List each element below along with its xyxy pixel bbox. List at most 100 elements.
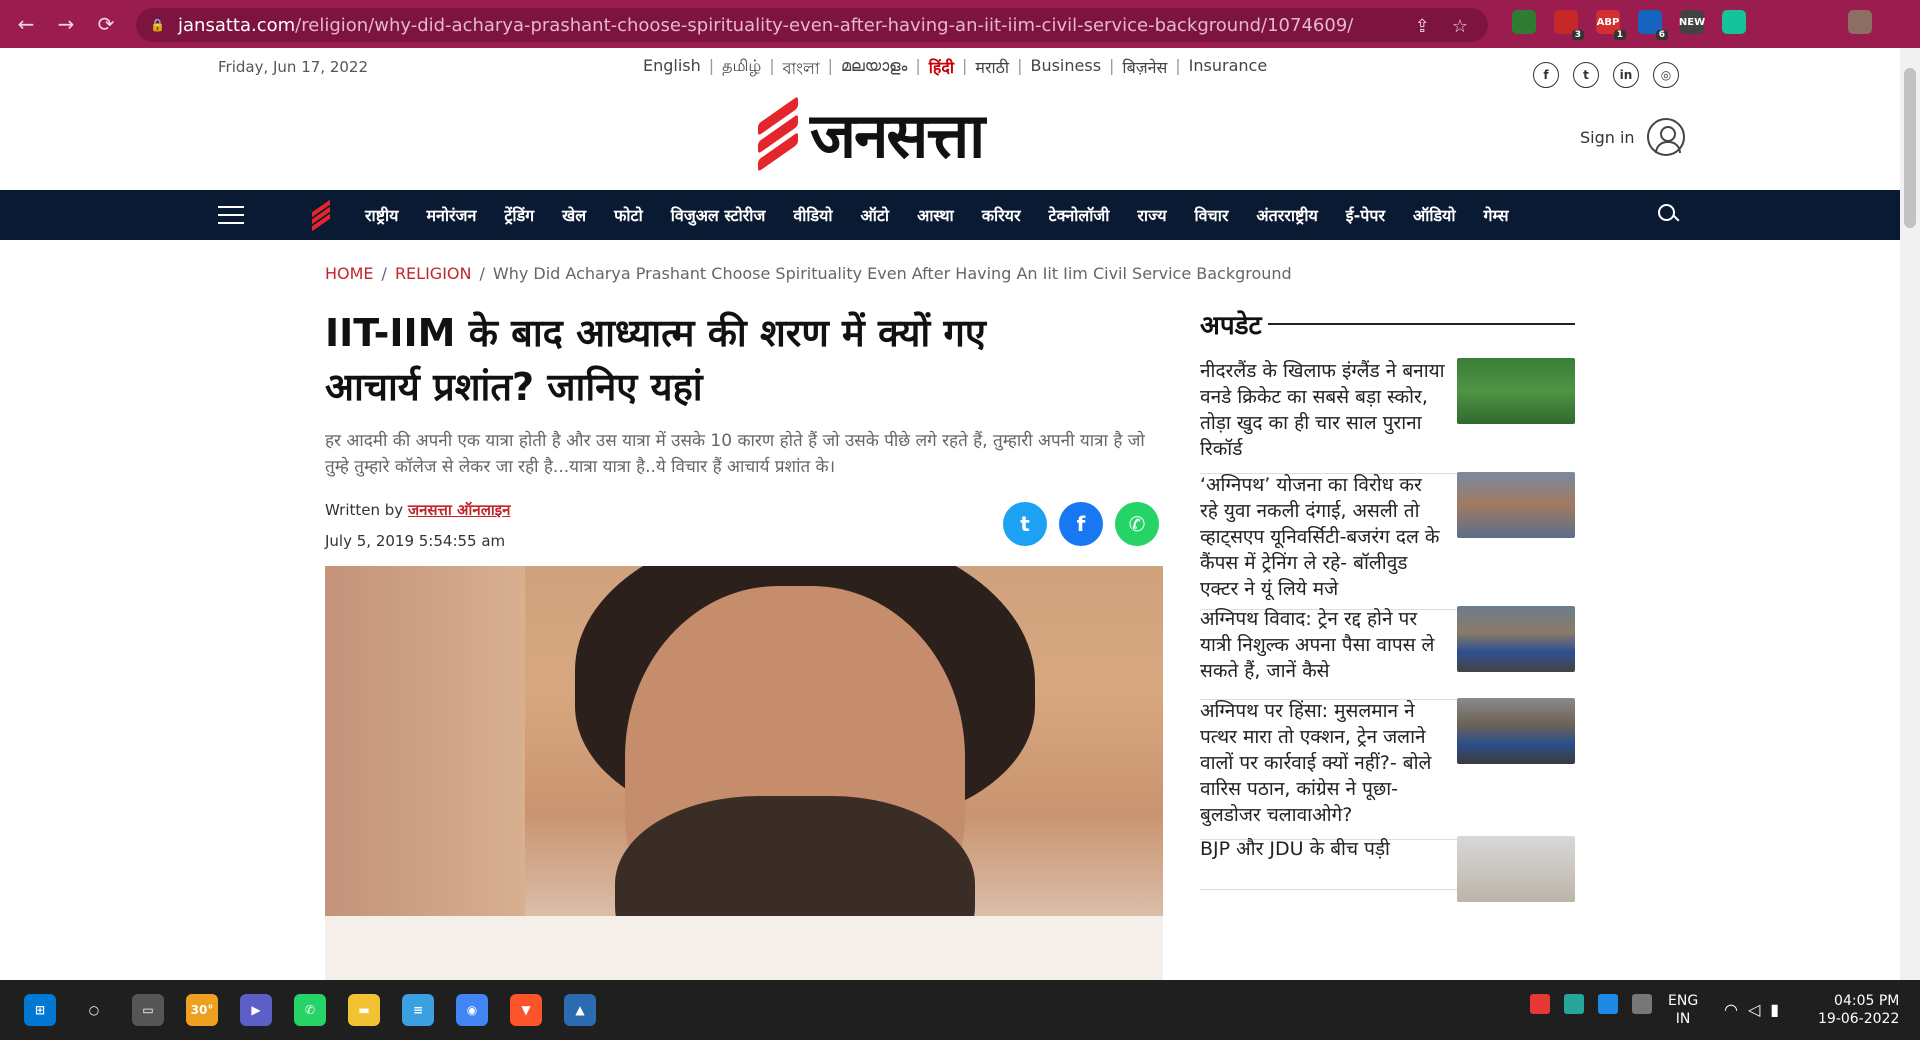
globe-ext-icon[interactable] — [1512, 10, 1536, 34]
update-list-item[interactable]: अग्निपथ विवाद: ट्रेन रद्द होने पर यात्री… — [1200, 606, 1575, 700]
grammarly-ext-icon[interactable] — [1722, 10, 1746, 34]
nav-item[interactable]: टेक्नोलॉजी — [1035, 204, 1124, 226]
twitter-share-icon[interactable]: t — [1003, 502, 1047, 546]
scrollbar-thumb[interactable] — [1904, 68, 1916, 228]
update-thumbnail[interactable] — [1457, 698, 1575, 764]
tray-app-icon[interactable] — [1530, 994, 1550, 1014]
nav-item[interactable]: ई-पेपर — [1332, 204, 1399, 226]
nav-item[interactable]: राष्ट्रीय — [351, 204, 412, 226]
weather-temp: 30° — [190, 1003, 214, 1017]
bookmark-star-icon[interactable]: ☆ — [1452, 16, 1468, 37]
update-list-item[interactable]: नीदरलैंड के खिलाफ इंग्लैंड ने बनाया वनडे… — [1200, 358, 1575, 474]
search-icon[interactable] — [1658, 204, 1680, 226]
update-list-item[interactable]: BJP और JDU के बीच पड़ी — [1200, 836, 1575, 902]
breadcrumb-home[interactable]: HOME — [325, 264, 374, 283]
update-headline[interactable]: ‘अग्निपथ’ योजना का विरोध कर रहे युवा नकल… — [1200, 472, 1445, 609]
mail-ext-icon[interactable]: 6 — [1638, 10, 1668, 40]
nav-item[interactable]: फोटो — [600, 204, 657, 226]
instagram-icon[interactable]: ◎ — [1653, 62, 1679, 88]
language-link[interactable]: English — [643, 56, 701, 83]
nav-item[interactable]: खेल — [548, 204, 600, 226]
linkedin-icon[interactable]: in — [1613, 62, 1639, 88]
battery-icon[interactable]: ▮ — [1770, 1000, 1779, 1019]
wifi-icon[interactable]: ◠ — [1724, 1000, 1738, 1019]
update-thumbnail[interactable] — [1457, 472, 1575, 538]
language-link[interactable]: বাংলা — [783, 56, 820, 83]
language-link[interactable]: बिज़नेस — [1122, 56, 1167, 83]
back-icon[interactable]: ← — [12, 10, 40, 38]
nav-item[interactable]: ट्रेंडिंग — [490, 204, 548, 226]
nav-item[interactable]: मनोरंजन — [412, 204, 490, 226]
nav-logo-icon[interactable] — [310, 199, 332, 232]
nav-item[interactable]: करियर — [968, 204, 1035, 226]
language-link[interactable]: हिंदी — [929, 56, 954, 83]
brave-icon[interactable]: ▼ — [510, 994, 542, 1026]
teams-icon[interactable]: ▶ — [240, 994, 272, 1026]
language-link[interactable]: Insurance — [1189, 56, 1268, 83]
update-thumbnail[interactable] — [1457, 836, 1575, 902]
update-headline[interactable]: अग्निपथ पर हिंसा: मुसलमान ने पत्थर मारा … — [1200, 698, 1445, 839]
language-link[interactable]: मराठी — [975, 56, 1009, 83]
facebook-icon[interactable]: f — [1533, 62, 1559, 88]
breadcrumb: HOME / RELIGION / Why Did Acharya Prasha… — [325, 264, 1292, 283]
nav-item[interactable]: ऑडियो — [1399, 204, 1470, 226]
update-headline[interactable]: BJP और JDU के बीच पड़ी — [1200, 836, 1445, 889]
weather-icon[interactable]: 30° — [186, 994, 218, 1026]
task-view-icon[interactable]: ▭ — [132, 994, 164, 1026]
search-taskbar-icon[interactable]: ○ — [78, 994, 110, 1026]
nav-item[interactable]: राज्य — [1123, 204, 1180, 226]
nav-item[interactable]: गेम्स — [1469, 204, 1522, 226]
share-buttons: t f ✆ — [1003, 502, 1159, 546]
update-thumbnail[interactable] — [1457, 358, 1575, 424]
forward-icon[interactable]: → — [52, 10, 80, 38]
language-link[interactable]: தமிழ் — [722, 56, 761, 83]
puzzle-icon[interactable] — [1764, 10, 1788, 34]
sign-in-button[interactable]: Sign in — [1580, 118, 1685, 156]
share-icon[interactable]: ⇪ — [1415, 16, 1430, 37]
publish-date: July 5, 2019 5:54:55 am — [325, 532, 506, 550]
nav-item[interactable]: वीडियो — [779, 204, 846, 226]
nav-item[interactable]: आस्था — [903, 204, 968, 226]
language-link[interactable]: മലയാളം — [841, 56, 907, 83]
adblock-ext-icon[interactable]: ABP 1 — [1596, 10, 1626, 40]
whatsapp-icon[interactable]: ✆ — [294, 994, 326, 1026]
tray-app-icon[interactable] — [1564, 994, 1584, 1014]
update-list-item[interactable]: अग्निपथ पर हिंसा: मुसलमान ने पत्थर मारा … — [1200, 698, 1575, 840]
notepad-icon[interactable]: ≡ — [402, 994, 434, 1026]
language-link[interactable]: Business — [1030, 56, 1101, 83]
update-thumbnail[interactable] — [1457, 606, 1575, 672]
nav-item[interactable]: ऑटो — [847, 204, 904, 226]
file-explorer-icon[interactable]: ▬ — [348, 994, 380, 1026]
whatsapp-share-icon[interactable]: ✆ — [1115, 502, 1159, 546]
input-language[interactable]: ENG IN — [1668, 992, 1698, 1028]
site-logo[interactable]: जनसत्ता — [752, 92, 985, 176]
written-by-label: Written by — [325, 501, 404, 519]
new-ext-icon[interactable]: NEW — [1679, 10, 1705, 34]
facebook-share-icon[interactable]: f — [1059, 502, 1103, 546]
menu-icon[interactable] — [218, 206, 244, 224]
chrome-icon[interactable]: ◉ — [456, 994, 488, 1026]
sidepanel-icon[interactable] — [1806, 10, 1830, 34]
twitter-icon[interactable]: t — [1573, 62, 1599, 88]
extensions-area: 3 ABP 1 6 NEW — [1512, 10, 1872, 40]
start-icon[interactable]: ⊞ — [24, 994, 56, 1026]
nav-item[interactable]: अंतरराष्ट्रीय — [1242, 204, 1331, 226]
breadcrumb-section[interactable]: RELIGION — [395, 264, 472, 283]
system-clock[interactable]: 04:05 PM 19-06-2022 — [1818, 992, 1899, 1028]
defender-icon[interactable] — [1598, 994, 1618, 1014]
keyboard-icon[interactable] — [1632, 994, 1652, 1014]
address-bar[interactable]: 🔒 jansatta.com/religion/why-did-acharya-… — [136, 8, 1488, 42]
nav-item[interactable]: विजुअल स्टोरीज — [657, 204, 780, 226]
update-headline[interactable]: अग्निपथ विवाद: ट्रेन रद्द होने पर यात्री… — [1200, 606, 1445, 699]
reload-icon[interactable]: ⟳ — [92, 10, 120, 38]
author-link[interactable]: जनसत्ता ऑनलाइन — [408, 501, 510, 519]
update-headline[interactable]: नीदरलैंड के खिलाफ इंग्लैंड ने बनाया वनडे… — [1200, 358, 1445, 473]
profile-avatar-icon[interactable] — [1848, 10, 1872, 34]
update-list-item[interactable]: ‘अग्निपथ’ योजना का विरोध कर रहे युवा नकल… — [1200, 472, 1575, 610]
page-scrollbar[interactable] — [1900, 48, 1920, 980]
volume-icon[interactable]: ◁ — [1748, 1000, 1760, 1019]
photos-icon[interactable]: ▲ — [564, 994, 596, 1026]
extension-badge: 6 — [1655, 30, 1668, 40]
shield-ext-icon[interactable]: 3 — [1554, 10, 1584, 40]
nav-item[interactable]: विचार — [1181, 204, 1243, 226]
